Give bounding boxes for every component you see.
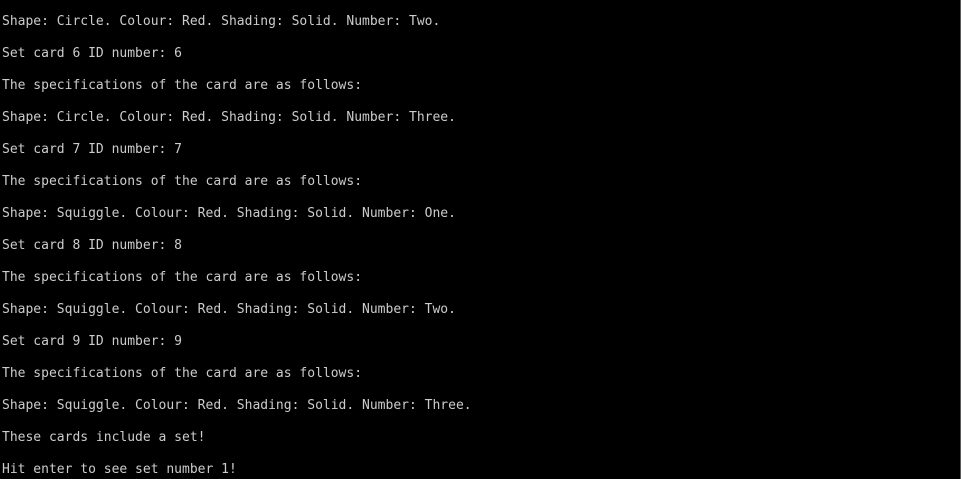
output-line-card-spec: Shape: Squiggle. Colour: Red. Shading: S… — [2, 206, 456, 221]
console-window[interactable]: Shape: Circle. Colour: Red. Shading: Sol… — [0, 0, 961, 479]
output-line-card-spec: Shape: Squiggle. Colour: Red. Shading: S… — [2, 398, 472, 413]
output-line-card-spec: Shape: Circle. Colour: Red. Shading: Sol… — [2, 14, 441, 29]
output-line-spec-header: The specifications of the card are as fo… — [2, 366, 363, 381]
output-line-card-id: Set card 7 ID number: 7 — [2, 142, 183, 157]
output-line-spec-header: The specifications of the card are as fo… — [2, 174, 363, 189]
output-line-card-spec: Shape: Circle. Colour: Red. Shading: Sol… — [2, 110, 456, 125]
output-line-spec-header: The specifications of the card are as fo… — [2, 78, 363, 93]
output-line-spec-header: The specifications of the card are as fo… — [2, 270, 363, 285]
output-line-set-found: These cards include a set! — [2, 430, 206, 445]
output-line-card-spec: Shape: Squiggle. Colour: Red. Shading: S… — [2, 302, 456, 317]
output-line-card-id: Set card 6 ID number: 6 — [2, 46, 183, 61]
output-line-prompt: Hit enter to see set number 1! — [2, 462, 237, 477]
output-line-card-id: Set card 8 ID number: 8 — [2, 238, 183, 253]
output-line-card-id: Set card 9 ID number: 9 — [2, 334, 183, 349]
